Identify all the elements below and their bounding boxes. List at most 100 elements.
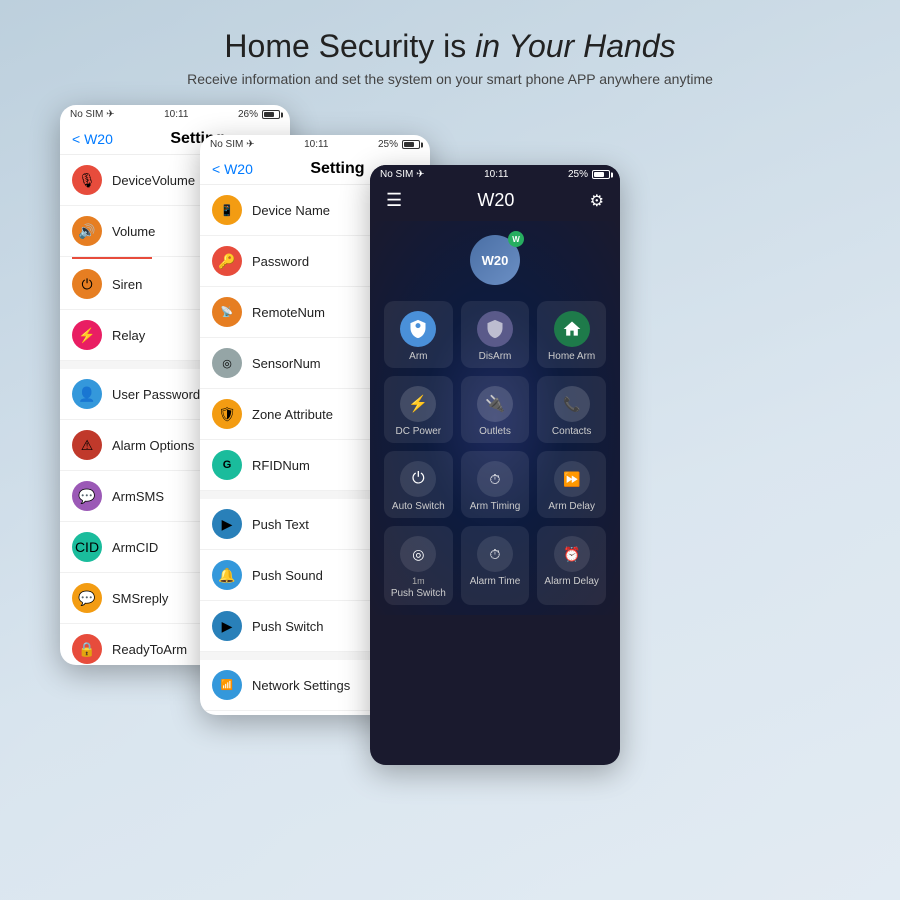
readytoarm-icon: 🔒 <box>72 634 102 664</box>
siren-icon: ⏻ <box>72 269 102 299</box>
dc-power-button[interactable]: ⚡ DC Power <box>384 376 453 443</box>
pushswitch-icon: ▶ <box>212 611 242 641</box>
alarm-options-label: Alarm Options <box>112 438 194 453</box>
disarm-button[interactable]: DisArm <box>461 301 530 368</box>
phone3-time: 10:11 <box>484 169 508 180</box>
home-arm-button[interactable]: Home Arm <box>537 301 606 368</box>
device-badge-label: W20 <box>482 253 509 268</box>
pushswitch-label: Push Switch <box>252 619 324 634</box>
phone1-time: 10:11 <box>164 109 188 120</box>
pushtext-icon: ▶ <box>212 509 242 539</box>
sensornum-icon: ◎ <box>212 348 242 378</box>
phone1-sim: No SIM ✈ <box>70 109 115 120</box>
disarm-label: DisArm <box>479 351 512 362</box>
outlets-icon: 🔌 <box>477 386 513 422</box>
alarm-time-icon: ⏱ <box>477 536 513 572</box>
arm-delay-icon: ⏩ <box>554 461 590 497</box>
phone2-battery-icon <box>402 140 420 149</box>
volume-icon: 🔊 <box>72 216 102 246</box>
contacts-label: Contacts <box>552 426 591 437</box>
phone2-nav-back[interactable]: < W20 <box>212 161 253 177</box>
readytoarm-label: ReadyToArm <box>112 642 187 657</box>
siren-label: Siren <box>112 277 142 292</box>
device-badge: W20 W <box>470 235 520 285</box>
auto-switch-icon: ⏻ <box>400 461 436 497</box>
phones-container: No SIM ✈ 10:11 26% < W20 Setting 🎙 Devic… <box>0 105 900 805</box>
push-switch-timer: 1m <box>412 576 425 586</box>
phone2-status-bar: No SIM ✈ 10:11 25% <box>200 135 430 154</box>
main-container: Home Security is in Your Hands Receive i… <box>0 0 900 900</box>
zoneattribute-label: Zone Attribute <box>252 407 333 422</box>
arm-icon <box>400 311 436 347</box>
device-volume-icon: 🎙 <box>72 165 102 195</box>
phone3-title: W20 <box>477 190 514 211</box>
rfidnum-label: RFIDNum <box>252 458 310 473</box>
disarm-icon <box>477 311 513 347</box>
push-switch-icon: ◎ <box>400 536 436 572</box>
alarm-delay-icon: ⏰ <box>554 536 590 572</box>
outlets-button[interactable]: 🔌 Outlets <box>461 376 530 443</box>
remotenum-label: RemoteNum <box>252 305 325 320</box>
push-switch-label: Push Switch <box>391 588 446 599</box>
alarm-options-icon: ⚠ <box>72 430 102 460</box>
alarm-delay-button[interactable]: ⏰ Alarm Delay <box>537 526 606 605</box>
armcid-label: ArmCID <box>112 540 158 555</box>
password-label: Password <box>252 254 309 269</box>
remotenum-icon: 📡 <box>212 297 242 327</box>
device-name-label: Device Name <box>252 203 330 218</box>
networksettings-label: Network Settings <box>252 678 350 693</box>
arm-delay-button[interactable]: ⏩ Arm Delay <box>537 451 606 518</box>
zoneattribute-icon: 🛡 <box>212 399 242 429</box>
phone3-sim: No SIM ✈ <box>380 169 425 180</box>
phone3-header: ☰ W20 ⚙ <box>370 184 620 221</box>
pushtext-label: Push Text <box>252 517 309 532</box>
phone2-battery-area: 25% <box>378 139 420 150</box>
arm-button[interactable]: Arm <box>384 301 453 368</box>
phone3-status-bar: No SIM ✈ 10:11 25% <box>370 165 620 184</box>
phone2-time: 10:11 <box>304 139 328 150</box>
phone3-battery-pct: 25% <box>568 169 588 180</box>
hamburger-icon[interactable]: ☰ <box>386 190 402 211</box>
settings-gear-icon[interactable]: ⚙ <box>590 191 604 211</box>
smsreply-label: SMSreply <box>112 591 168 606</box>
dashboard-bg: W20 W Arm DisArm <box>370 221 620 615</box>
header-section: Home Security is in Your Hands Receive i… <box>0 0 900 105</box>
phone1-status-bar: No SIM ✈ 10:11 26% <box>60 105 290 124</box>
dc-power-label: DC Power <box>396 426 442 437</box>
sensornum-label: SensorNum <box>252 356 321 371</box>
user-password-label: User Password <box>112 387 200 402</box>
alarm-delay-label: Alarm Delay <box>544 576 598 587</box>
volume-label: Volume <box>112 224 155 239</box>
alarm-time-button[interactable]: ⏱ Alarm Time <box>461 526 530 605</box>
device-name-icon: 📱 <box>212 195 242 225</box>
phone3-battery-icon <box>592 170 610 179</box>
armsms-icon: 💬 <box>72 481 102 511</box>
home-arm-icon <box>554 311 590 347</box>
home-arm-label: Home Arm <box>548 351 595 362</box>
phone1-battery-pct: 26% <box>238 109 258 120</box>
auto-switch-button[interactable]: ⏻ Auto Switch <box>384 451 453 518</box>
sub-title: Receive information and set the system o… <box>20 71 880 87</box>
auto-switch-label: Auto Switch <box>392 501 445 512</box>
relay-icon: ⚡ <box>72 320 102 350</box>
main-title: Home Security is in Your Hands <box>20 28 880 65</box>
arm-timing-label: Arm Timing <box>470 501 521 512</box>
password-icon: 🔑 <box>212 246 242 276</box>
contacts-icon: 📞 <box>554 386 590 422</box>
dc-power-icon: ⚡ <box>400 386 436 422</box>
phone1-battery-area: 26% <box>238 109 280 120</box>
arm-label: Arm <box>409 351 427 362</box>
relay-label: Relay <box>112 328 145 343</box>
phone3-battery-area: 25% <box>568 169 610 180</box>
phone1-nav-back[interactable]: < W20 <box>72 131 113 147</box>
user-password-icon: 👤 <box>72 379 102 409</box>
dashboard-grid: Arm DisArm Home Arm <box>380 301 610 605</box>
push-switch-button[interactable]: ◎ 1m Push Switch <box>384 526 453 605</box>
contacts-button[interactable]: 📞 Contacts <box>537 376 606 443</box>
arm-delay-label: Arm Delay <box>548 501 595 512</box>
armcid-icon: CID <box>72 532 102 562</box>
armsms-label: ArmSMS <box>112 489 164 504</box>
arm-timing-button[interactable]: ⏱ Arm Timing <box>461 451 530 518</box>
rfidnum-icon: G <box>212 450 242 480</box>
arm-timing-icon: ⏱ <box>477 461 513 497</box>
